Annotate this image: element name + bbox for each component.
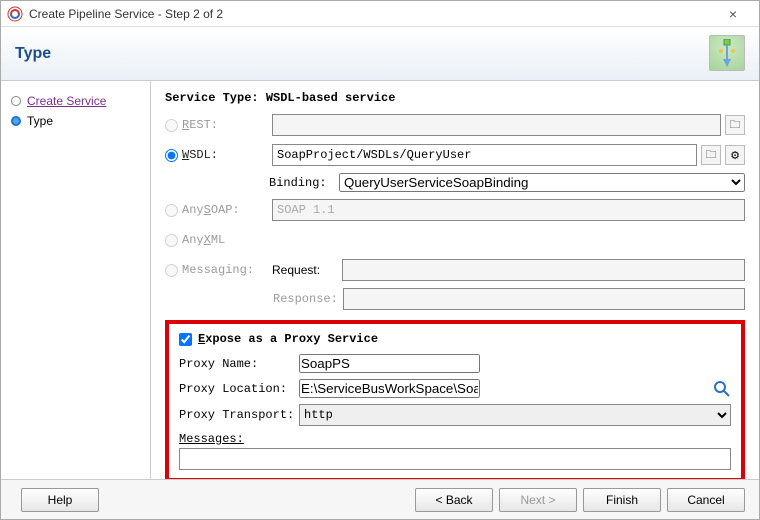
response-input [343, 288, 745, 310]
content-panel: Service Type: WSDL-based service REST: 🗀… [151, 81, 759, 479]
binding-row: Binding: QueryUserServiceSoapBinding [269, 173, 745, 192]
window-title: Create Pipeline Service - Step 2 of 2 [29, 7, 713, 21]
footer: Help < Back Next > Finish Cancel [1, 479, 759, 519]
anysoap-input [272, 199, 745, 221]
search-icon[interactable] [713, 380, 731, 398]
service-type-heading: Service Type: WSDL-based service [165, 91, 745, 105]
anysoap-label: Any SOAP: [182, 203, 272, 217]
proxy-transport-row: Proxy Transport: http [179, 404, 731, 426]
sidebar-item-type[interactable]: Type [1, 111, 150, 131]
expose-row: Expose as a Proxy Service [179, 332, 731, 346]
anyxml-row: Any XML [165, 228, 745, 252]
close-button[interactable]: × [713, 6, 753, 22]
body: Create Service Type Service Type: WSDL-b… [1, 81, 759, 479]
sidebar-item-label: Type [27, 114, 53, 128]
messages-row: Messages: [179, 432, 731, 446]
expose-label: Expose as a Proxy Service [198, 332, 378, 346]
rest-label: REST: [182, 118, 272, 132]
pipeline-icon [709, 35, 745, 71]
next-button: Next > [499, 488, 577, 512]
titlebar: Create Pipeline Service - Step 2 of 2 × [1, 1, 759, 27]
rest-radio [165, 119, 178, 132]
response-label: Response: [273, 292, 343, 306]
messaging-row: Messaging: Request: [165, 258, 745, 282]
proxy-name-input[interactable] [299, 354, 480, 373]
anysoap-row: Any SOAP: [165, 198, 745, 222]
proxy-name-row: Proxy Name: [179, 354, 731, 373]
finish-button[interactable]: Finish [583, 488, 661, 512]
wsdl-row: WSDL: 🗀 ⚙ [165, 143, 745, 167]
anyxml-label: Any XML [182, 233, 272, 247]
messaging-radio [165, 264, 178, 277]
request-input [342, 259, 745, 281]
browse-icon[interactable]: 🗀 [701, 145, 721, 165]
binding-select[interactable]: QueryUserServiceSoapBinding [339, 173, 745, 192]
back-button[interactable]: < Back [415, 488, 493, 512]
browse-icon[interactable]: 🗀 [725, 115, 745, 135]
expose-checkbox[interactable] [179, 333, 192, 346]
dialog-window: Create Pipeline Service - Step 2 of 2 × … [0, 0, 760, 520]
request-label: Request: [272, 263, 342, 277]
proxy-location-row: Proxy Location: [179, 379, 731, 398]
proxy-location-label: Proxy Location: [179, 382, 299, 396]
wsdl-input[interactable] [272, 144, 697, 166]
wsdl-label: WSDL: [182, 148, 272, 162]
cancel-button[interactable]: Cancel [667, 488, 745, 512]
proxy-transport-select[interactable]: http [299, 404, 731, 426]
sidebar-item-create-service[interactable]: Create Service [1, 91, 150, 111]
messaging-label: Messaging: [182, 263, 272, 277]
gear-icon[interactable]: ⚙ [725, 145, 745, 165]
anyxml-radio [165, 234, 178, 247]
proxy-name-label: Proxy Name: [179, 357, 299, 371]
sidebar-item-label: Create Service [27, 94, 106, 108]
step-dot-icon [11, 96, 21, 106]
wsdl-radio[interactable] [165, 149, 178, 162]
messages-label: Messages: [179, 432, 299, 446]
help-button[interactable]: Help [21, 488, 99, 512]
response-row: Response: [273, 288, 745, 310]
banner-title: Type [15, 45, 51, 63]
binding-label: Binding: [269, 176, 339, 190]
step-dot-icon [11, 116, 21, 126]
anysoap-radio [165, 204, 178, 217]
rest-input [272, 114, 721, 136]
messages-area [179, 448, 731, 470]
sidebar: Create Service Type [1, 81, 151, 479]
rest-row: REST: 🗀 [165, 113, 745, 137]
banner: Type [1, 27, 759, 81]
proxy-section-highlight: Expose as a Proxy Service Proxy Name: Pr… [165, 320, 745, 479]
proxy-location-input[interactable] [299, 379, 480, 398]
proxy-transport-label: Proxy Transport: [179, 408, 299, 422]
app-icon [7, 6, 23, 22]
